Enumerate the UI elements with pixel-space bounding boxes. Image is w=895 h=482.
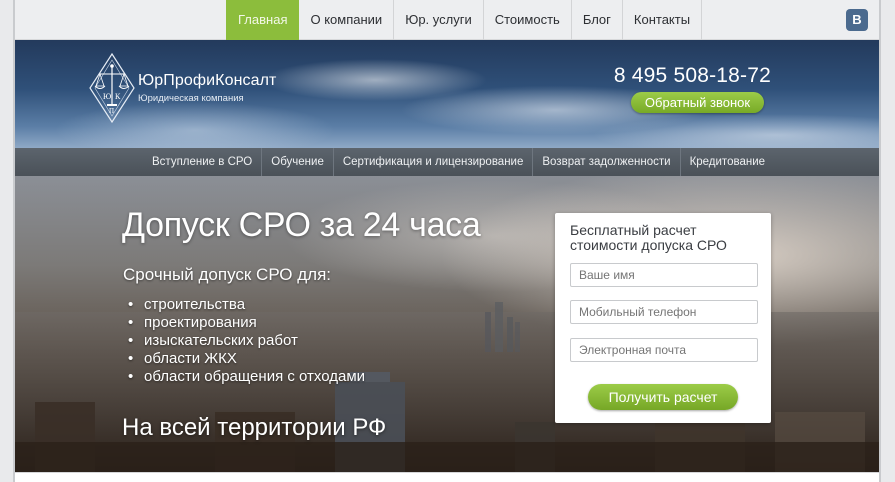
services-menu-item-credit[interactable]: Кредитование — [681, 148, 774, 176]
top-navigation: Главная О компании Юр. услуги Стоимость … — [15, 0, 879, 40]
brand-tagline: Юридическая компания — [138, 93, 244, 104]
services-navigation: Вступление в СРО Обучение Сертификация и… — [15, 148, 879, 176]
site-header: Ю К П ЮрПрофиКонсалт Юридическая компани… — [15, 40, 879, 148]
services-menu-item-certification[interactable]: Сертификация и лицензирование — [334, 148, 534, 176]
svg-text:П: П — [109, 107, 114, 115]
list-item: строительства — [128, 296, 365, 314]
vk-icon[interactable]: B — [846, 9, 868, 31]
list-item: области обращения с отходами — [128, 368, 365, 386]
form-title-line: Бесплатный расчет — [570, 222, 697, 238]
page-frame: Главная О компании Юр. услуги Стоимость … — [15, 0, 879, 482]
svg-text:Ю: Ю — [103, 92, 111, 101]
brand-name[interactable]: ЮрПрофиКонсалт — [138, 72, 276, 90]
logo-emblem-icon[interactable]: Ю К П — [88, 52, 136, 124]
top-menu-item-contacts[interactable]: Контакты — [623, 0, 703, 40]
list-item: изыскательских работ — [128, 332, 365, 350]
page-edge-right — [879, 0, 881, 482]
hero-title: Допуск СРО за 24 часа — [122, 206, 481, 244]
get-quote-button[interactable]: Получить расчет — [588, 384, 738, 410]
top-menu-item-pricing[interactable]: Стоимость — [484, 0, 572, 40]
list-item: проектирования — [128, 314, 365, 332]
quote-form: Бесплатный расчет стоимости допуска СРО … — [555, 213, 771, 423]
top-menu-item-about[interactable]: О компании — [299, 0, 395, 40]
services-menu: Вступление в СРО Обучение Сертификация и… — [143, 148, 774, 176]
top-menu: Главная О компании Юр. услуги Стоимость … — [226, 0, 703, 40]
form-title-line: стоимости допуска СРО — [570, 237, 727, 253]
top-menu-item-blog[interactable]: Блог — [572, 0, 623, 40]
content-start — [15, 472, 879, 482]
list-item: области ЖКХ — [128, 350, 365, 368]
hero-coverage-text: На всей территории РФ — [122, 414, 387, 441]
name-input[interactable] — [570, 263, 758, 287]
top-menu-item-legal-services[interactable]: Юр. услуги — [394, 0, 484, 40]
services-menu-item-debt-recovery[interactable]: Возврат задолженности — [533, 148, 681, 176]
hero-subtitle: Срочный допуск СРО для: — [123, 265, 332, 284]
svg-text:К: К — [115, 92, 121, 101]
callback-button[interactable]: Обратный звонок — [631, 92, 764, 113]
services-menu-item-sro[interactable]: Вступление в СРО — [143, 148, 263, 176]
phone-number[interactable]: 8 495 508-18-72 — [571, 64, 771, 88]
top-menu-item-home[interactable]: Главная — [226, 0, 300, 40]
phone-input[interactable] — [570, 300, 758, 324]
email-input[interactable] — [570, 338, 758, 362]
hero-services-list: строительства проектирования изыскательс… — [128, 296, 365, 386]
hero-banner: Допуск СРО за 24 часа Срочный допуск СРО… — [15, 176, 879, 472]
form-title: Бесплатный расчет стоимости допуска СРО — [570, 223, 760, 253]
services-menu-item-training[interactable]: Обучение — [262, 148, 334, 176]
